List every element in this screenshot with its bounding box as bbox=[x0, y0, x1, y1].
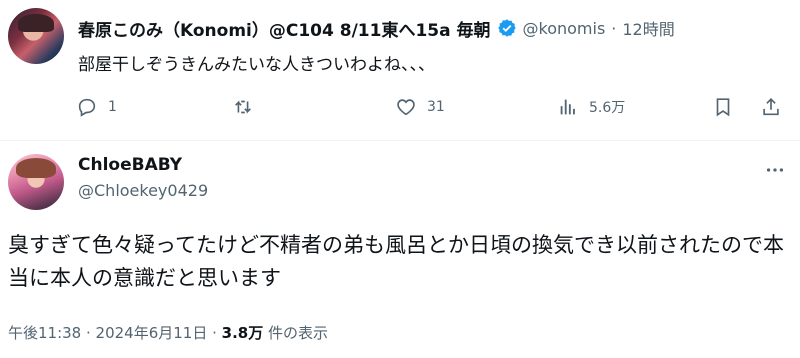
bookmark-button[interactable] bbox=[712, 96, 734, 118]
bookmark-icon bbox=[716, 98, 730, 117]
views-button[interactable]: 5.6万 bbox=[557, 96, 625, 118]
like-count: 31 bbox=[427, 99, 445, 115]
retweet-button[interactable] bbox=[232, 96, 264, 118]
action-bar: 1 31 5.6万 bbox=[72, 92, 792, 124]
avatar[interactable] bbox=[8, 154, 64, 210]
share-button[interactable] bbox=[760, 96, 782, 118]
like-button[interactable]: 31 bbox=[395, 96, 445, 118]
tweet-text: 臭すぎて色々疑ってたけど不精者の弟も風呂とか日頃の換気でき以前されたので本当に本… bbox=[8, 233, 784, 290]
avatar[interactable] bbox=[8, 8, 64, 64]
timestamp[interactable]: 12時間 bbox=[622, 16, 674, 40]
verified-badge-icon bbox=[497, 18, 517, 38]
view-count: 3.8万 bbox=[221, 324, 264, 342]
reply-button[interactable]: 1 bbox=[76, 96, 117, 118]
reply-tweet[interactable]: ChloeBABY @Chloekey0429 臭すぎて色々疑ってたけど不精者の… bbox=[0, 141, 800, 358]
handle[interactable]: @Chloekey0429 bbox=[78, 181, 208, 200]
share-icon bbox=[763, 98, 779, 116]
analytics-icon bbox=[560, 99, 575, 115]
retweet-icon bbox=[235, 100, 251, 114]
heart-icon bbox=[397, 99, 415, 116]
tweet-text: 部屋干しぞうきんみたいな人きついわよね、、、 bbox=[78, 55, 435, 75]
view-count: 5.6万 bbox=[589, 100, 626, 116]
separator-dot: · bbox=[611, 18, 617, 38]
handle[interactable]: @konomis bbox=[523, 19, 606, 38]
more-options-icon[interactable] bbox=[764, 159, 786, 181]
display-name[interactable]: 春原このみ（Konomi）@C104 8/11東へ15a 毎朝 bbox=[78, 16, 491, 41]
tweet-meta: 午後11:38 · 2024年6月11日 · 3.8万 件の表示 bbox=[8, 322, 328, 343]
reply-count: 1 bbox=[108, 99, 117, 115]
views-label: 件の表示 bbox=[263, 324, 329, 342]
top-tweet[interactable]: 春原このみ（Konomi）@C104 8/11東へ15a 毎朝 @konomis… bbox=[0, 0, 800, 140]
tweet-header: 春原このみ（Konomi）@C104 8/11東へ15a 毎朝 @konomis… bbox=[78, 14, 790, 42]
reply-icon bbox=[78, 98, 96, 117]
timestamp[interactable]: 午後11:38 · 2024年6月11日 · bbox=[8, 324, 222, 342]
display-name[interactable]: ChloeBABY bbox=[78, 155, 182, 175]
